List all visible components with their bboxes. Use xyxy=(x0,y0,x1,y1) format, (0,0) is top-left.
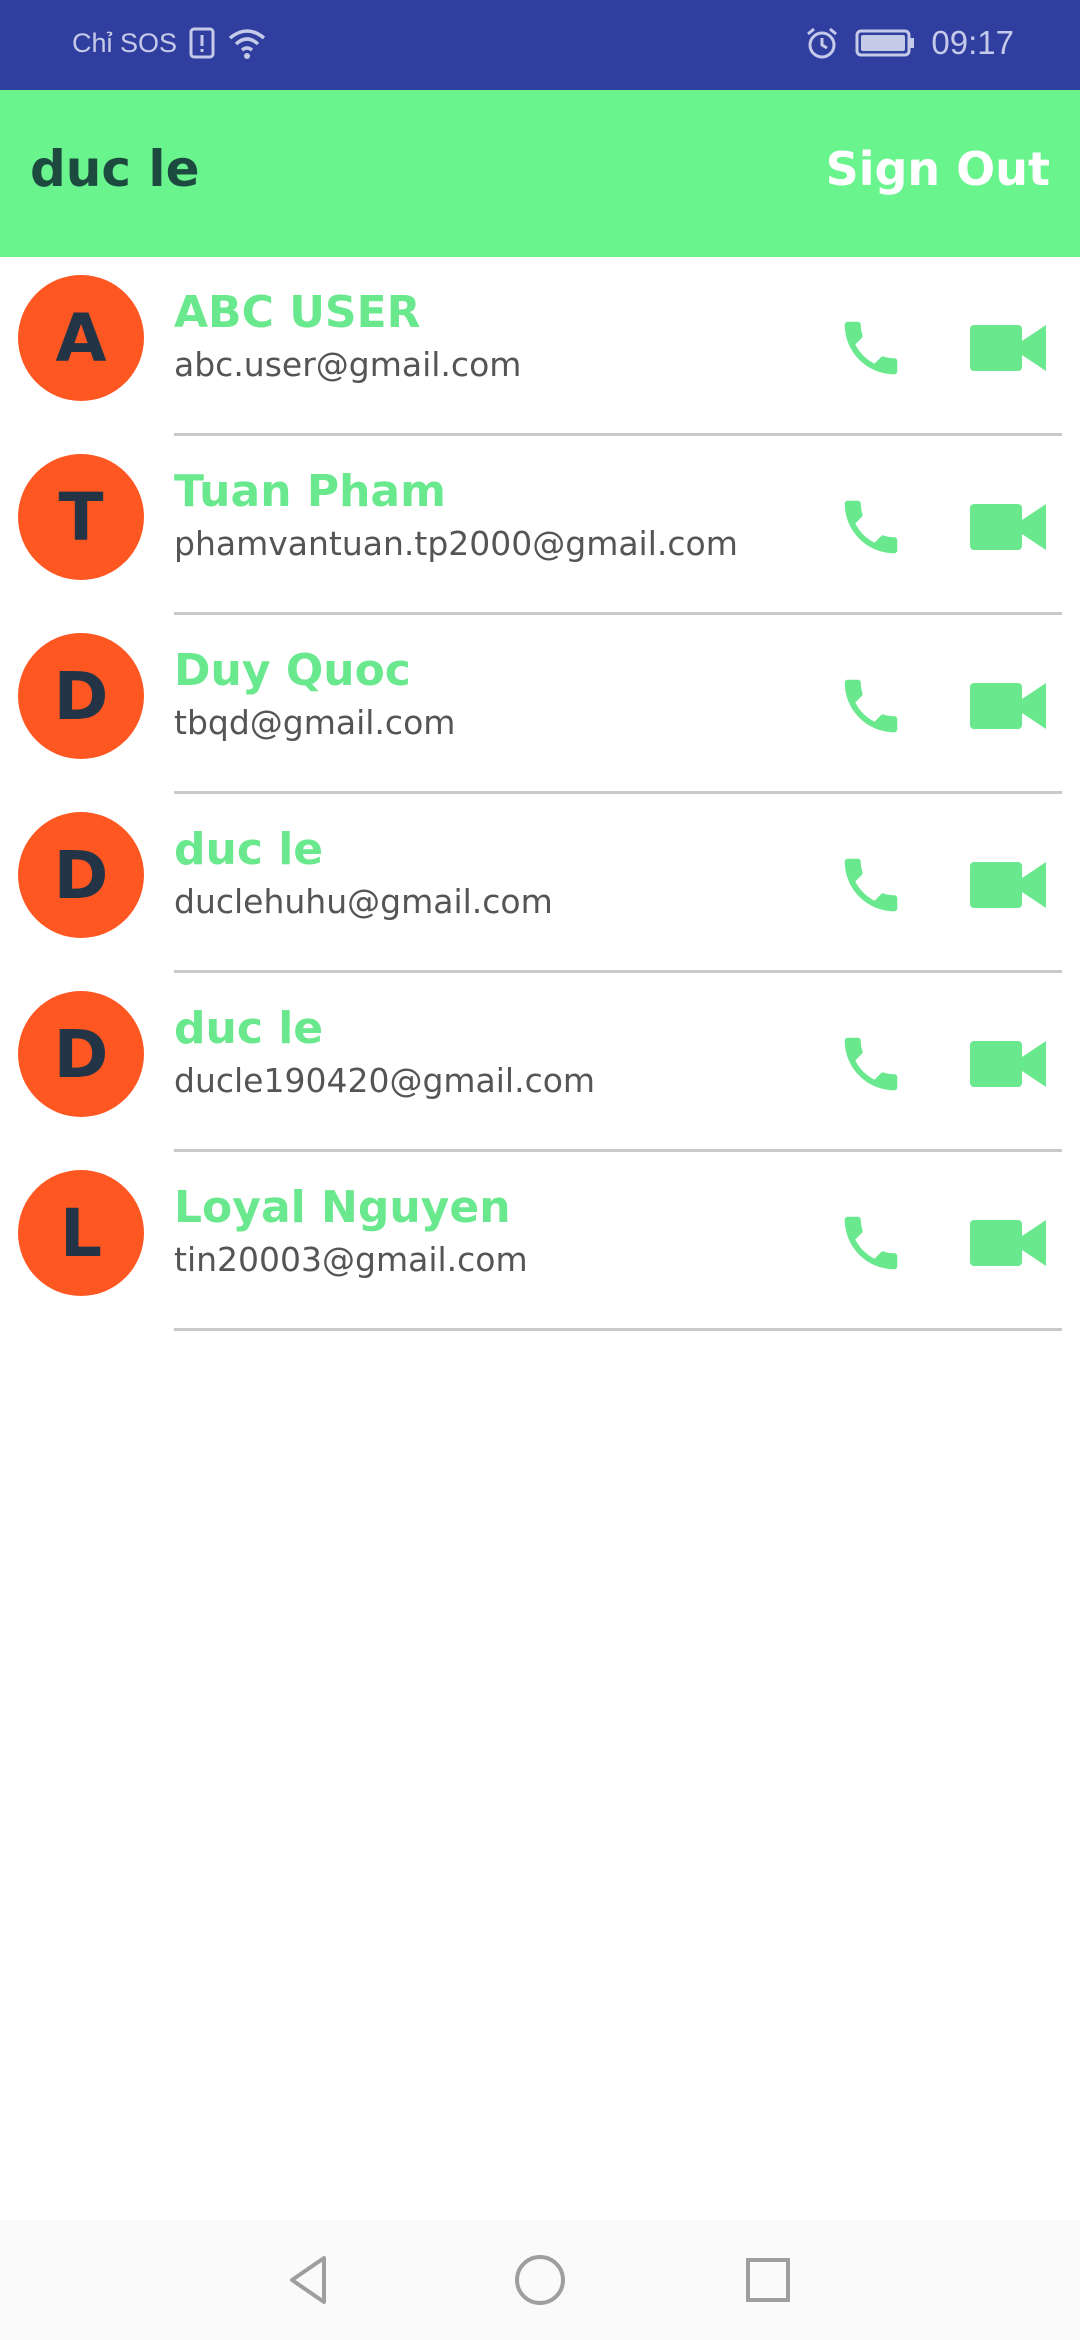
phone-icon[interactable] xyxy=(836,1208,906,1278)
sim-alert-icon xyxy=(189,27,215,59)
contact-row[interactable]: T Tuan Pham phamvantuan.tp2000@gmail.com xyxy=(0,436,1080,615)
sign-out-button[interactable]: Sign Out xyxy=(826,142,1050,196)
avatar: D xyxy=(18,991,144,1117)
status-left: Chỉ SOS xyxy=(72,26,267,60)
phone-icon[interactable] xyxy=(836,1029,906,1099)
avatar-initial: D xyxy=(53,1015,109,1093)
contact-name: duc le xyxy=(174,824,324,875)
contact-row[interactable]: D duc le duclehuhu@gmail.com xyxy=(0,794,1080,973)
avatar-initial: L xyxy=(59,1194,103,1272)
avatar: D xyxy=(18,633,144,759)
contact-row[interactable]: D Duy Quoc tbqd@gmail.com xyxy=(0,615,1080,794)
back-icon[interactable] xyxy=(278,2250,338,2310)
contact-name: Loyal Nguyen xyxy=(174,1182,511,1233)
contact-email: abc.user@gmail.com xyxy=(174,345,522,384)
contact-list: A ABC USER abc.user@gmail.com T Tuan Pha… xyxy=(0,257,1080,1331)
avatar: A xyxy=(18,275,144,401)
contact-name: Duy Quoc xyxy=(174,645,411,696)
avatar-initial: A xyxy=(55,299,107,377)
video-camera-icon[interactable] xyxy=(970,677,1046,735)
recents-icon[interactable] xyxy=(738,2250,798,2310)
contact-email: phamvantuan.tp2000@gmail.com xyxy=(174,524,738,563)
contact-row[interactable]: L Loyal Nguyen tin20003@gmail.com xyxy=(0,1152,1080,1331)
status-right: 09:17 xyxy=(805,24,1014,62)
contact-row[interactable]: A ABC USER abc.user@gmail.com xyxy=(0,257,1080,436)
video-camera-icon[interactable] xyxy=(970,1214,1046,1272)
avatar: D xyxy=(18,812,144,938)
contact-email: tbqd@gmail.com xyxy=(174,703,456,742)
phone-icon[interactable] xyxy=(836,492,906,562)
avatar-initial: D xyxy=(53,836,109,914)
phone-icon[interactable] xyxy=(836,313,906,383)
clock: 09:17 xyxy=(931,24,1014,61)
avatar: L xyxy=(18,1170,144,1296)
battery-icon xyxy=(855,28,915,58)
wifi-icon xyxy=(227,26,267,60)
system-nav-bar xyxy=(0,2220,1080,2340)
video-camera-icon[interactable] xyxy=(970,856,1046,914)
avatar-initial: T xyxy=(58,478,104,556)
contact-name: Tuan Pham xyxy=(174,466,446,517)
contact-email: ducle190420@gmail.com xyxy=(174,1061,596,1100)
carrier-label: Chỉ SOS xyxy=(72,27,178,58)
video-camera-icon[interactable] xyxy=(970,498,1046,556)
alarm-icon xyxy=(805,26,839,60)
status-bar: Chỉ SOS 09:17 xyxy=(0,0,1080,90)
video-camera-icon[interactable] xyxy=(970,1035,1046,1093)
current-user-name: duc le xyxy=(30,140,200,198)
phone-icon[interactable] xyxy=(836,850,906,920)
phone-icon[interactable] xyxy=(836,671,906,741)
contact-row[interactable]: D duc le ducle190420@gmail.com xyxy=(0,973,1080,1152)
contact-email: tin20003@gmail.com xyxy=(174,1240,528,1279)
contact-name: duc le xyxy=(174,1003,324,1054)
avatar: T xyxy=(18,454,144,580)
avatar-initial: D xyxy=(53,657,109,735)
home-icon[interactable] xyxy=(510,2250,570,2310)
video-camera-icon[interactable] xyxy=(970,319,1046,377)
contact-name: ABC USER xyxy=(174,287,421,338)
contact-email: duclehuhu@gmail.com xyxy=(174,882,553,921)
app-bar: duc le Sign Out xyxy=(0,90,1080,257)
row-divider xyxy=(174,1328,1062,1331)
